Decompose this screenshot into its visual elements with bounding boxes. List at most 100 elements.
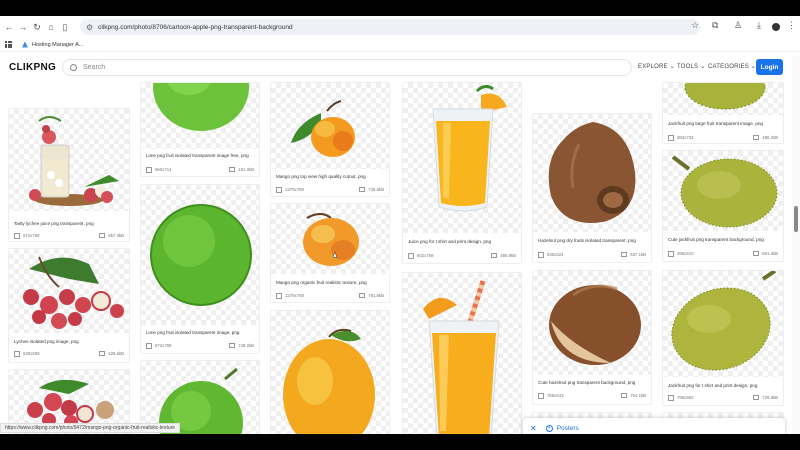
browser-toolbar: ← → ↻ ⌂ ▯ ⚙ clikpng.com/photo/8706/carto… xyxy=(0,16,800,38)
lime-image xyxy=(153,83,249,131)
sidebar-icon[interactable]: ▯ xyxy=(58,20,72,34)
menu-explore[interactable]: EXPLORE ⌄ xyxy=(638,63,675,70)
menu-categories[interactable]: CATEGORIES ⌄ xyxy=(708,63,756,70)
search-icon xyxy=(70,64,77,71)
login-button[interactable]: Login xyxy=(756,59,783,75)
card-meta: 384x733 486.2kB xyxy=(668,135,778,141)
image-card-lychee[interactable]: Lychee isolated png image, png 630x609 62… xyxy=(8,248,130,363)
mango-image xyxy=(283,328,375,434)
puzzle-icon[interactable]: ⧉ xyxy=(712,20,718,31)
site-logo[interactable]: CLIKPNG xyxy=(9,62,56,73)
card-meta: 635x624 637.1kB xyxy=(538,252,646,258)
thumbnail[interactable] xyxy=(533,271,651,375)
card-caption[interactable]: Cute jackfruit png transparent backgroun… xyxy=(668,237,764,242)
hazelnut-image xyxy=(548,122,636,223)
thumbnail[interactable] xyxy=(9,109,129,211)
card-meta: 386x610 691.3kB xyxy=(668,251,778,257)
image-grid: Tasty lychee juice png transparent, png … xyxy=(0,82,792,434)
card-caption[interactable]: Lime png fruit isolated transparent imag… xyxy=(146,153,249,158)
hazelnut-image xyxy=(549,284,641,365)
image-card-mango-2[interactable]: Mango png organic fruit realistic textur… xyxy=(270,203,390,303)
card-meta: 1376x768 745.6kB xyxy=(276,187,384,193)
search-input[interactable]: Search xyxy=(62,59,632,76)
image-card-juice-1[interactable]: Juice png for t shirt and print design, … xyxy=(402,82,522,264)
card-meta: 786x682 728.8kB xyxy=(668,395,778,401)
thumbnail[interactable] xyxy=(271,83,389,169)
thumbnail[interactable] xyxy=(403,83,521,233)
lychee-image xyxy=(23,256,124,329)
thumbnail[interactable] xyxy=(663,151,783,231)
bookmarks-bar: Hosting Manager A... xyxy=(0,38,800,52)
status-bar-url: https://www.clikpng.com/photo/9472/mango… xyxy=(0,423,181,433)
image-card-lime-1[interactable]: Lime png fruit isolated transparent imag… xyxy=(140,82,260,177)
card-caption[interactable]: Mango png organic fruit realistic textur… xyxy=(276,280,367,285)
card-meta: 672x768 857.3kB xyxy=(14,233,124,239)
card-caption[interactable]: Lime png fruit isolated transparent imag… xyxy=(146,330,239,335)
posters-panel[interactable]: ✕ + Posters xyxy=(523,418,785,434)
juice-image xyxy=(432,84,507,212)
arrow-right-icon[interactable]: → xyxy=(16,20,30,34)
image-card-partial[interactable] xyxy=(532,82,652,108)
add-circle-icon[interactable]: + xyxy=(545,424,553,432)
close-icon[interactable]: ✕ xyxy=(530,424,537,433)
browser-window: ← → ↻ ⌂ ▯ ⚙ clikpng.com/photo/8706/carto… xyxy=(0,16,800,434)
apps-grid-icon[interactable] xyxy=(5,41,12,48)
kebab-menu-icon[interactable]: ⋮ xyxy=(787,20,796,31)
jackfruit-image xyxy=(671,271,777,371)
thumbnail[interactable] xyxy=(271,311,389,434)
image-card-jackfruit-1[interactable]: Jackfruit png large fruit transparent im… xyxy=(662,82,784,144)
site-info-icon[interactable]: ⚙ xyxy=(86,23,93,32)
reload-icon[interactable]: ↻ xyxy=(30,20,44,34)
lime-image xyxy=(150,204,252,306)
image-card-jackfruit-3[interactable]: Jackfruit png for t shirt and print desi… xyxy=(662,270,784,406)
card-meta: 630x609 628.6kB xyxy=(14,351,124,357)
arrow-left-icon[interactable]: ← xyxy=(2,20,16,34)
avatar[interactable] xyxy=(772,23,780,31)
thumbnail[interactable] xyxy=(403,273,521,434)
card-caption[interactable]: Hazelnut png dry fruits isolated transpa… xyxy=(538,238,636,243)
site-header: CLIKPNG Search EXPLORE ⌄ TOOLS ⌄ CATEGOR… xyxy=(0,56,792,80)
card-meta: 602x768 480.9kB xyxy=(408,253,516,259)
thumbnail[interactable] xyxy=(9,249,129,333)
lychee-juice-image xyxy=(29,116,119,206)
juice-image xyxy=(423,280,500,434)
image-card-lime-2[interactable]: Lime png fruit isolated transparent imag… xyxy=(140,184,260,354)
image-card-mango-3[interactable] xyxy=(270,310,390,434)
thumbnail[interactable] xyxy=(141,83,259,149)
address-bar[interactable]: ⚙ clikpng.com/photo/8706/cartoon-apple-p… xyxy=(80,19,700,35)
image-card-juice-2[interactable] xyxy=(402,272,522,434)
card-caption[interactable]: Tasty lychee juice png transparent, png xyxy=(14,221,94,226)
image-card-hazelnut-2[interactable]: Cute hazelnut png transparent background… xyxy=(532,270,652,405)
thumbnail[interactable] xyxy=(533,114,651,232)
card-caption[interactable]: Jackfruit png for t shirt and print desi… xyxy=(668,383,757,388)
card-caption[interactable]: Juice png for t shirt and print design, … xyxy=(408,239,491,244)
menu-tools[interactable]: TOOLS ⌄ xyxy=(677,63,705,70)
image-card-mango-1[interactable]: Mango png top view high quality cutout, … xyxy=(270,82,390,197)
thumbnail[interactable] xyxy=(141,185,259,325)
account-icon[interactable]: ♙ xyxy=(734,20,742,31)
scrollbar-thumb[interactable] xyxy=(794,206,798,232)
mango-image xyxy=(303,213,359,266)
card-caption[interactable]: Jackfruit png large fruit transparent im… xyxy=(668,121,763,126)
star-icon[interactable]: ☆ xyxy=(691,20,699,31)
mango-image xyxy=(291,100,355,157)
card-caption[interactable]: Cute hazelnut png transparent background… xyxy=(538,380,635,385)
card-meta: 768x633 754.1kB xyxy=(538,393,646,399)
image-card-hazelnut-1[interactable]: Hazelnut png dry fruits isolated transpa… xyxy=(532,113,652,263)
home-icon[interactable]: ⌂ xyxy=(44,20,58,34)
thumbnail[interactable] xyxy=(663,271,783,377)
bookmark-item[interactable]: Hosting Manager A... xyxy=(32,42,83,48)
card-meta: 560x714 191.3kB xyxy=(146,167,254,173)
thumbnail[interactable] xyxy=(271,204,389,274)
card-caption[interactable]: Lychee isolated png image, png xyxy=(14,339,79,344)
jackfruit-image xyxy=(671,155,778,228)
search-placeholder: Search xyxy=(83,64,106,71)
thumbnail[interactable] xyxy=(663,83,783,115)
posters-label[interactable]: Posters xyxy=(557,425,579,432)
image-card-lychee-juice[interactable]: Tasty lychee juice png transparent, png … xyxy=(8,108,130,242)
page-scrollbar[interactable] xyxy=(792,56,800,434)
download-icon[interactable]: ⤓ xyxy=(757,20,761,31)
card-caption[interactable]: Mango png top view high quality cutout, … xyxy=(276,174,366,179)
image-card-jackfruit-2[interactable]: Cute jackfruit png transparent backgroun… xyxy=(662,150,784,262)
bookmark-favicon-icon xyxy=(22,41,28,48)
